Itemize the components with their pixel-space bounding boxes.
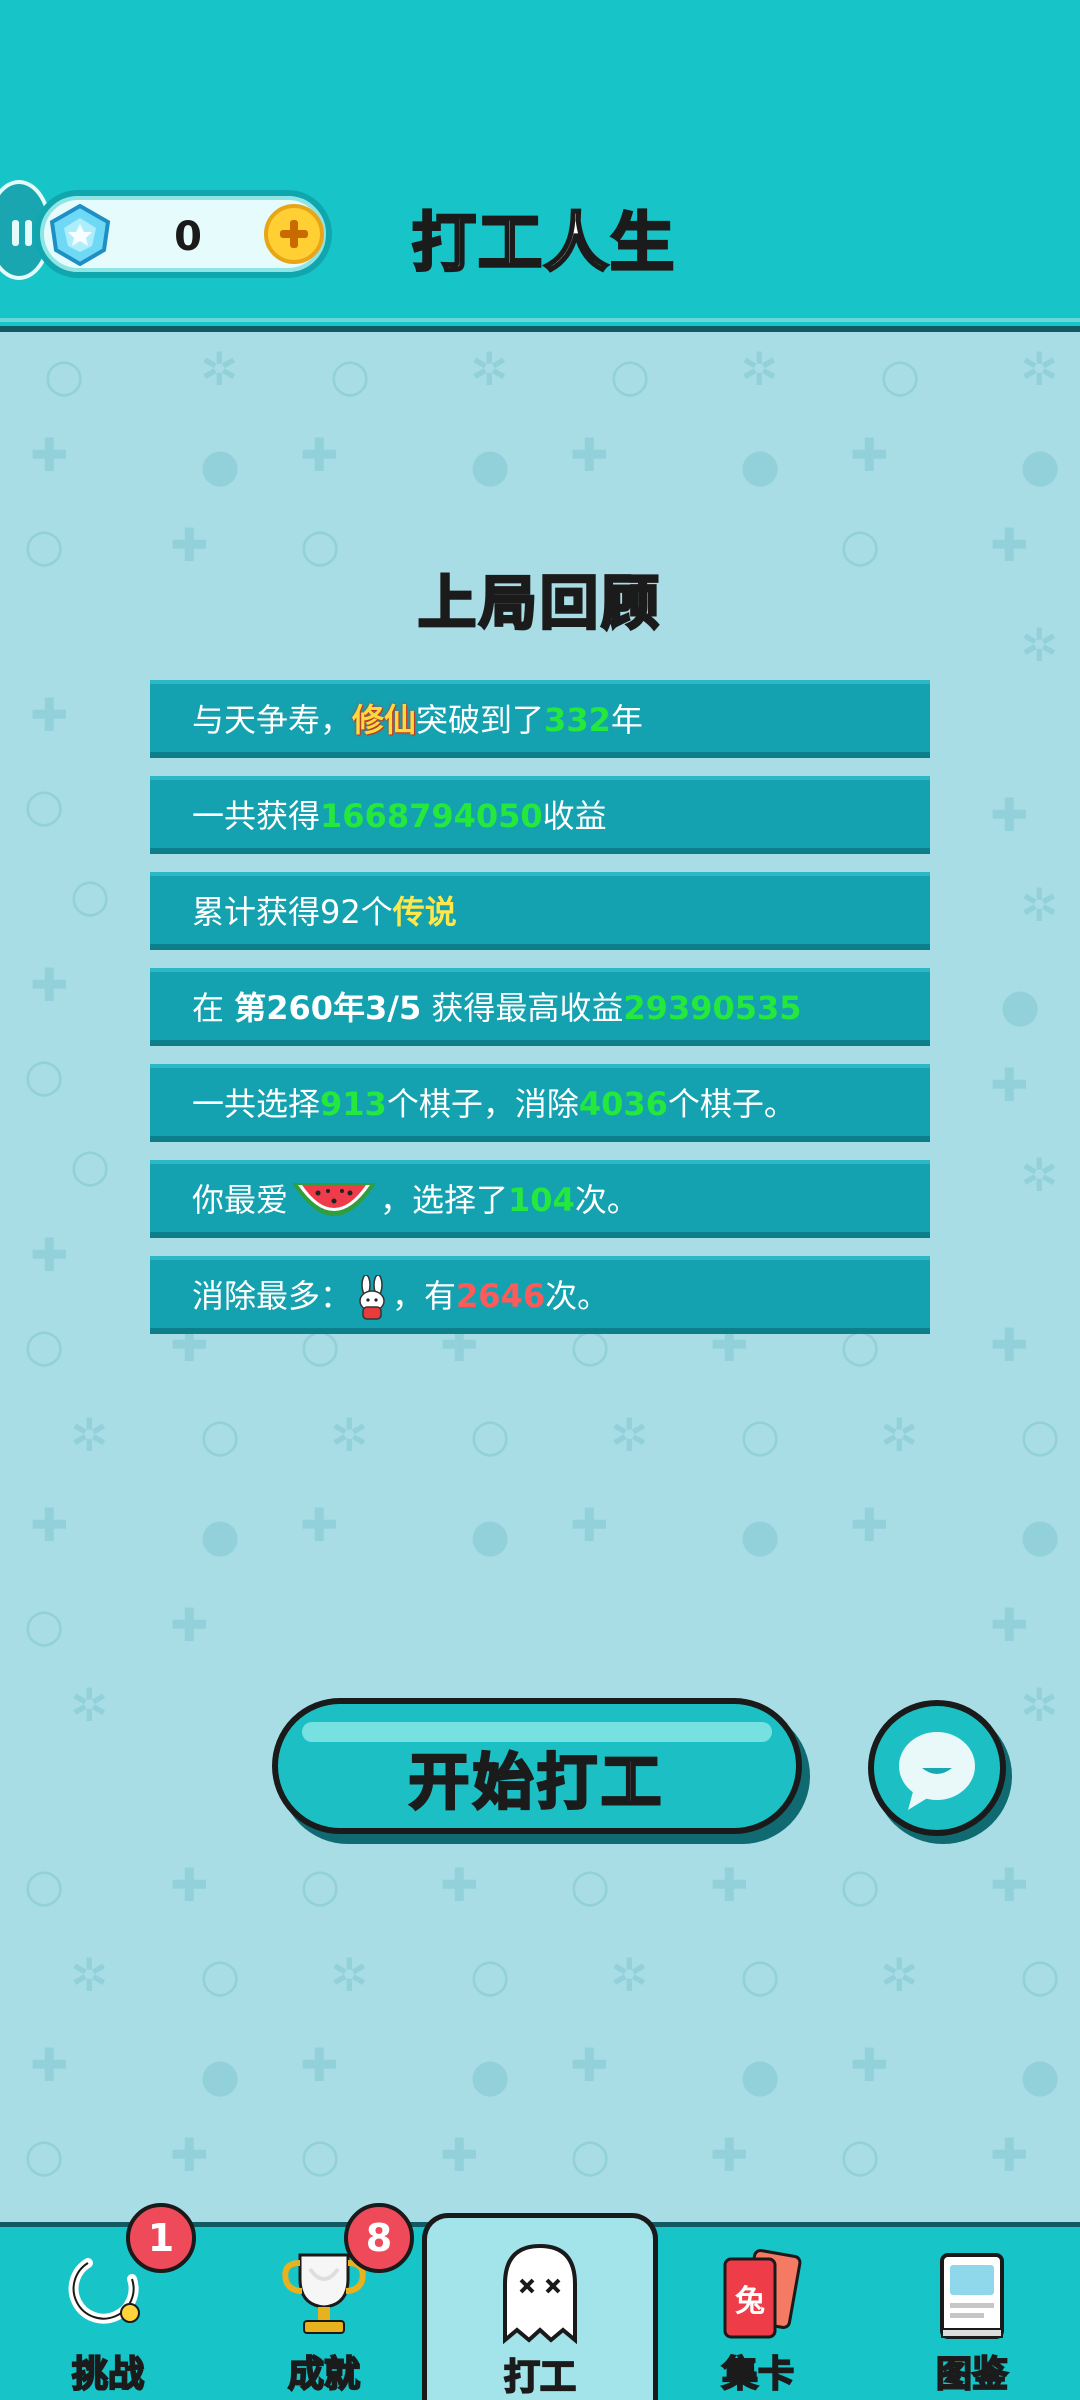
row-text: 年 [610,701,643,739]
row-text: 突破到了 [416,701,545,739]
favorite-count: 104 [508,1181,575,1219]
income-value: 1668794050 [320,797,543,835]
best-date: 第260年3/5 [234,989,422,1027]
start-work-button[interactable]: 开始打工 [272,1698,802,1834]
nav-item-handbook[interactable]: 图鉴 [864,2227,1080,2400]
nav-label: 成就 [287,2353,361,2396]
achievements-badge: 8 [344,2203,414,2273]
diamond-icon [49,204,111,266]
header-divider [0,318,1080,322]
row-text: ，有 [392,1277,457,1315]
row-text: ，选择了 [380,1181,509,1219]
nav-item-achievements[interactable]: 8 成就 [216,2203,432,2400]
row-text: 个棋子。 [667,1085,796,1123]
review-row-pieces: 一共选择913个棋子，消除4036个棋子。 [150,1064,930,1142]
row-text: 累计获得92个 [192,893,393,931]
chat-button[interactable] [868,1700,1006,1836]
watermelon-icon [292,1183,377,1216]
rabbit-card-icon: 兔 [723,2249,802,2339]
svg-text:兔: 兔 [735,2284,765,2319]
pause-icon [12,220,36,246]
eliminated-count: 4036 [578,1085,668,1123]
year-value: 332 [544,701,611,739]
row-text: 一共获得 [192,797,321,835]
top-header: 0 打工人生 [0,0,1080,332]
eliminated-most-count: 2646 [456,1277,546,1315]
gem-count: 0 [174,214,202,260]
nav-item-challenge[interactable]: 1 挑战 [0,2203,216,2400]
page-title: 打工人生 [411,206,676,283]
nav-item-cards[interactable]: 兔 集卡 [650,2227,866,2400]
row-text: 与天争寿， [192,701,353,739]
review-row-favorite: 你最爱 ，选择了104次。 [150,1160,930,1238]
review-title: 上局回顾 [416,568,662,639]
legend-tag: 传说 [392,893,457,931]
gem-counter: 0 [34,190,332,278]
review-row-best-income: 在 第260年3/5 获得最高收益29390535 [150,968,930,1046]
row-text: 收益 [542,797,607,835]
nav-label: 集卡 [721,2353,795,2396]
chat-bubble-icon [899,1732,975,1810]
challenge-badge: 1 [126,2203,196,2273]
nav-label: 图鉴 [935,2353,1009,2396]
start-work-label: 开始打工 [408,1747,665,1820]
row-text: 个棋子，消除 [386,1085,579,1123]
row-text: 消除最多： [192,1277,353,1315]
row-text: 你最爱 [192,1181,289,1219]
book-icon [940,2253,1004,2339]
add-gems-button[interactable] [264,204,324,264]
nav-label: 打工 [503,2356,577,2399]
nav-item-work[interactable]: 打工 [422,2213,658,2400]
bottom-nav: 1 挑战 8 成就 打工 兔 集卡 图鉴 [0,2203,1080,2400]
review-row-lifespan: 与天争寿，修仙突破到了332年 [150,680,930,758]
review-row-most-eliminated: 消除最多： ，有2646次。 [150,1256,930,1334]
rabbit-icon [359,1275,385,1320]
best-income-value: 29390535 [623,989,802,1027]
review-row-total-income: 一共获得1668794050收益 [150,776,930,854]
row-text: 次。 [545,1277,610,1315]
selected-count: 913 [320,1085,387,1123]
row-text: 在 [192,989,235,1027]
review-row-legends: 累计获得92个传说 [150,872,930,950]
cultivation-tag: 修仙 [352,701,417,739]
row-text: 获得最高收益 [421,989,624,1027]
row-text: 次。 [574,1181,639,1219]
row-text: 一共选择 [192,1085,321,1123]
ghost-icon [503,2243,577,2344]
nav-label: 挑战 [71,2353,145,2396]
